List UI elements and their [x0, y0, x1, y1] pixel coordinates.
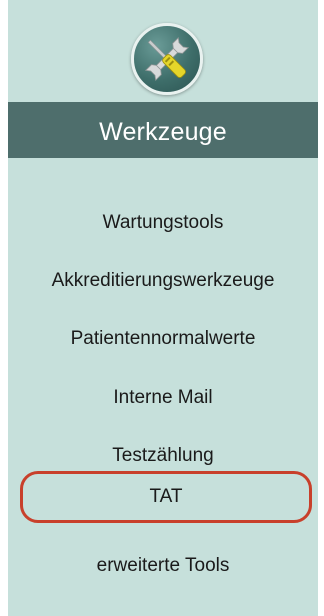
menu-item-label: Wartungstools: [102, 212, 224, 233]
menu-item-label: Testzählung: [112, 445, 214, 466]
menu-item-akkreditierungswerkzeuge[interactable]: Akkreditierungswerkzeuge: [8, 258, 318, 304]
menu-item-erweiterte-tools[interactable]: erweiterte Tools: [8, 543, 318, 589]
page-title: Werkzeuge: [99, 117, 227, 146]
menu-item-wartungstools[interactable]: Wartungstools: [8, 200, 318, 246]
wrench-screwdriver-icon: [131, 23, 203, 95]
wrench-screwdriver-graphic: [144, 36, 190, 82]
menu-item-label: TAT: [149, 486, 183, 507]
menu-item-label: erweiterte Tools: [96, 555, 230, 576]
menu-item-label: Interne Mail: [113, 387, 213, 408]
tools-panel: Werkzeuge Wartungstools Akkreditierungsw…: [8, 0, 318, 616]
title-bar: Werkzeuge: [8, 102, 318, 158]
menu-item-label: Patientennormalwerte: [70, 328, 256, 349]
menu-item-label: Akkreditierungswerkzeuge: [51, 270, 275, 291]
menu-item-patientennormalwerte[interactable]: Patientennormalwerte: [8, 316, 318, 362]
menu-item-tat[interactable]: TAT: [20, 471, 312, 523]
menu-item-interne-mail[interactable]: Interne Mail: [8, 375, 318, 421]
